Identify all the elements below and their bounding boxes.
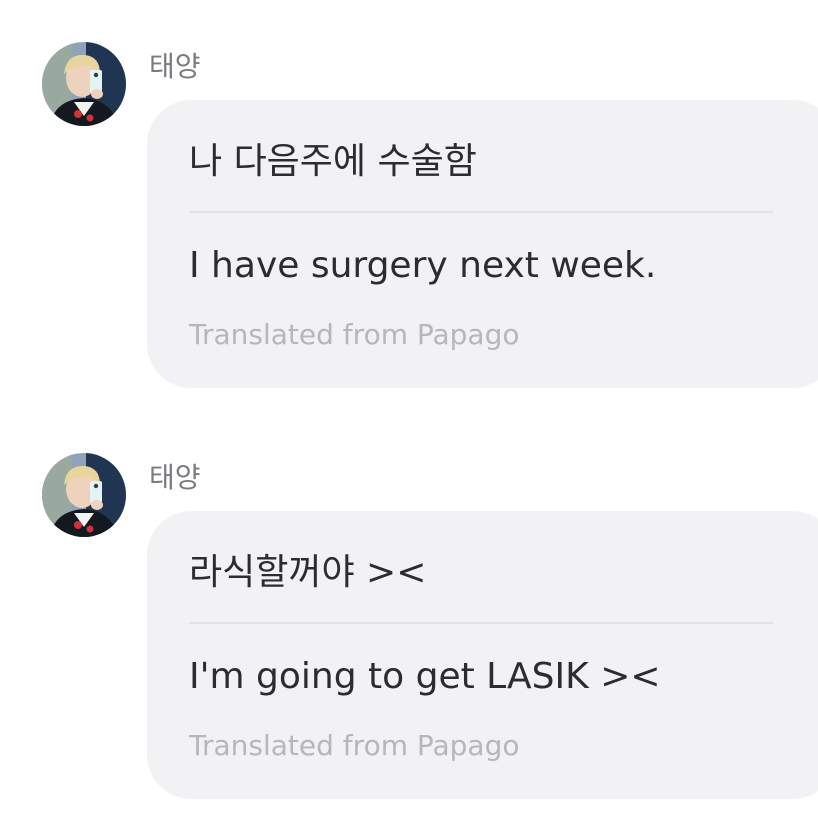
avatar[interactable] xyxy=(42,453,126,537)
message-bubble[interactable]: 나 다음주에 수술함 I have surgery next week. Tra… xyxy=(147,100,818,388)
original-message-text: 나 다음주에 수술함 xyxy=(189,141,477,182)
message-bubble[interactable]: 라식할꺼야 >< I'm going to get LASIK >< Trans… xyxy=(147,511,818,799)
original-message-text: 라식할꺼야 >< xyxy=(189,552,427,593)
profile-photo-icon xyxy=(42,453,126,537)
avatar[interactable] xyxy=(42,42,126,126)
translation-credit: Translated from Papago xyxy=(189,729,520,762)
divider xyxy=(189,211,773,213)
profile-photo-icon xyxy=(42,42,126,126)
translation-credit: Translated from Papago xyxy=(189,318,520,351)
sender-name: 태양 xyxy=(149,461,201,494)
translated-message-text: I have surgery next week. xyxy=(189,245,657,286)
divider xyxy=(189,622,773,624)
translated-message-text: I'm going to get LASIK >< xyxy=(189,656,661,697)
sender-name: 태양 xyxy=(149,50,201,83)
